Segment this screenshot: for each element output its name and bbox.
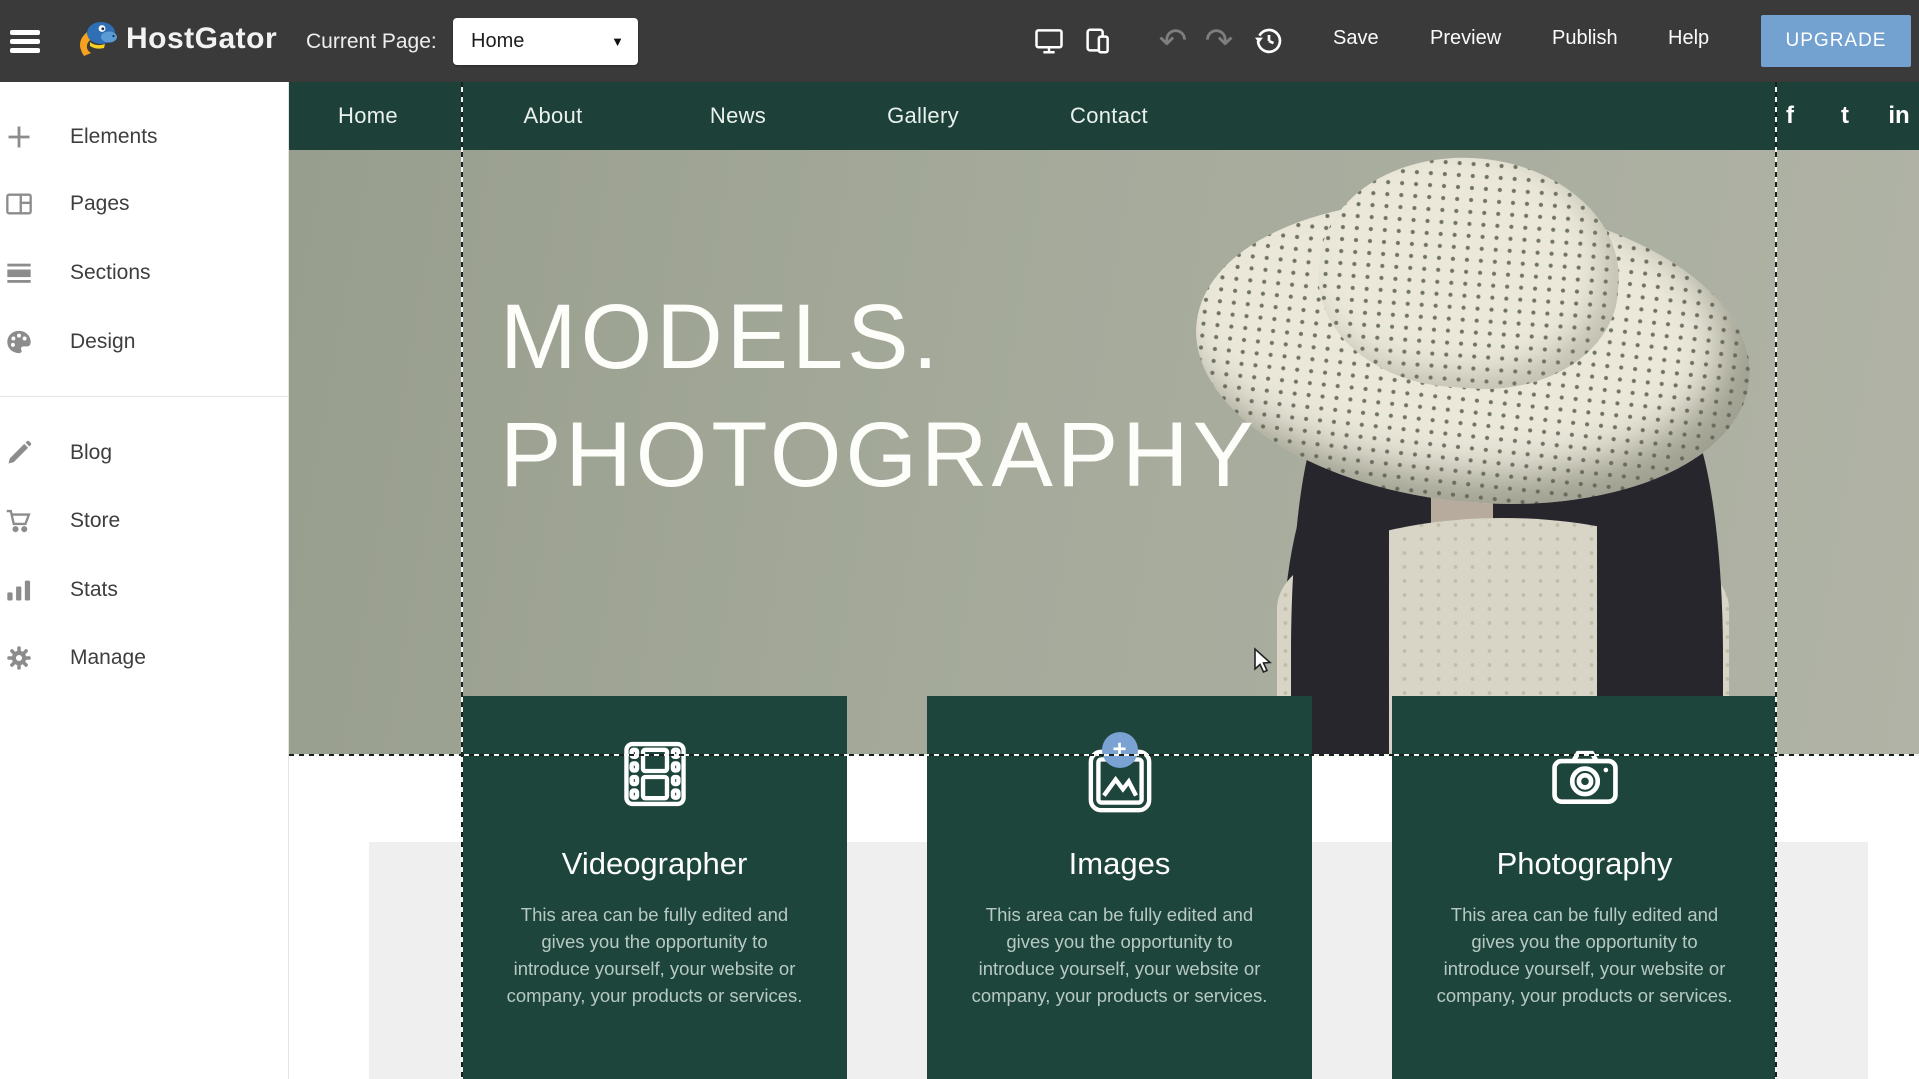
hero-title-line1: MODELS. <box>500 286 942 388</box>
site-canvas: MODELS. PHOTOGRAPHY Videographer This ar… <box>289 82 1919 1079</box>
history-icon[interactable] <box>1252 24 1286 58</box>
sidebar-item-manage[interactable]: Manage <box>0 636 289 680</box>
site-navbar[interactable]: Home About News Gallery Contact f t in <box>289 82 1919 150</box>
hostgator-logo: HostGator <box>74 18 277 60</box>
current-page-label: Current Page: <box>306 30 437 54</box>
selection-outline-left <box>461 82 463 1079</box>
mouse-cursor <box>1251 647 1277 675</box>
gear-icon <box>4 643 34 673</box>
hostgator-mascot-icon <box>74 18 118 60</box>
save-button[interactable]: Save <box>1333 27 1379 50</box>
upgrade-button[interactable]: UPGRADE <box>1761 15 1911 67</box>
selection-outline-right <box>1775 82 1777 1079</box>
desktop-view-icon[interactable] <box>1032 24 1066 58</box>
undo-icon[interactable]: ↶ <box>1156 24 1190 58</box>
sidebar-item-pages[interactable]: Pages <box>0 182 289 226</box>
editor-topbar: HostGator Current Page: Home ▼ ↶ ↷ Save … <box>0 0 1919 82</box>
brand-name: HostGator <box>126 22 277 56</box>
plus-icon <box>4 122 34 152</box>
preview-button[interactable]: Preview <box>1430 27 1501 50</box>
editor-sidebar: Elements Pages Sections <box>0 82 289 1079</box>
pages-icon <box>4 189 34 219</box>
site-nav-about[interactable]: About <box>524 103 583 129</box>
card-title: Videographer <box>462 846 847 882</box>
palette-icon <box>4 327 34 357</box>
mobile-view-icon[interactable] <box>1080 24 1114 58</box>
cart-icon <box>4 506 34 536</box>
sidebar-item-blog[interactable]: Blog <box>0 431 289 475</box>
camera-icon <box>1550 748 1620 811</box>
sidebar-item-design[interactable]: Design <box>0 320 289 364</box>
card-body: This area can be fully edited and gives … <box>960 901 1280 1009</box>
card-body: This area can be fully edited and gives … <box>1425 901 1745 1009</box>
twitter-icon[interactable]: t <box>1841 102 1849 130</box>
card-body: This area can be fully edited and gives … <box>495 901 815 1009</box>
image-plus-icon: + <box>1085 746 1155 821</box>
film-icon <box>622 740 688 813</box>
linkedin-icon[interactable]: in <box>1888 102 1909 130</box>
sidebar-item-elements[interactable]: Elements <box>0 115 289 159</box>
chevron-down-icon: ▼ <box>611 34 624 49</box>
add-image-badge-icon[interactable]: + <box>1102 732 1138 768</box>
publish-button[interactable]: Publish <box>1552 27 1618 50</box>
sidebar-item-stats[interactable]: Stats <box>0 568 289 612</box>
hero-section[interactable]: MODELS. PHOTOGRAPHY <box>289 150 1919 756</box>
site-nav-news[interactable]: News <box>710 103 766 129</box>
facebook-icon[interactable]: f <box>1786 102 1794 130</box>
stats-icon <box>4 575 34 605</box>
pencil-icon <box>4 438 34 468</box>
redo-icon[interactable]: ↷ <box>1202 24 1236 58</box>
page-dropdown-value: Home <box>471 30 524 53</box>
help-button[interactable]: Help <box>1668 27 1709 50</box>
selection-outline-bottom <box>289 754 1919 756</box>
menu-icon[interactable] <box>10 24 48 58</box>
sidebar-item-sections[interactable]: Sections <box>0 251 289 295</box>
page-dropdown[interactable]: Home ▼ <box>453 18 638 65</box>
card-title: Images <box>927 846 1312 882</box>
card-title: Photography <box>1392 846 1777 882</box>
sections-icon <box>4 258 34 288</box>
sidebar-item-store[interactable]: Store <box>0 499 289 543</box>
hero-title-line2: PHOTOGRAPHY <box>500 404 1258 506</box>
site-nav-contact[interactable]: Contact <box>1070 103 1148 129</box>
hero-title[interactable]: MODELS. PHOTOGRAPHY <box>500 278 1258 514</box>
sidebar-divider <box>0 396 289 397</box>
site-nav-gallery[interactable]: Gallery <box>887 103 959 129</box>
site-nav-home[interactable]: Home <box>338 103 398 129</box>
